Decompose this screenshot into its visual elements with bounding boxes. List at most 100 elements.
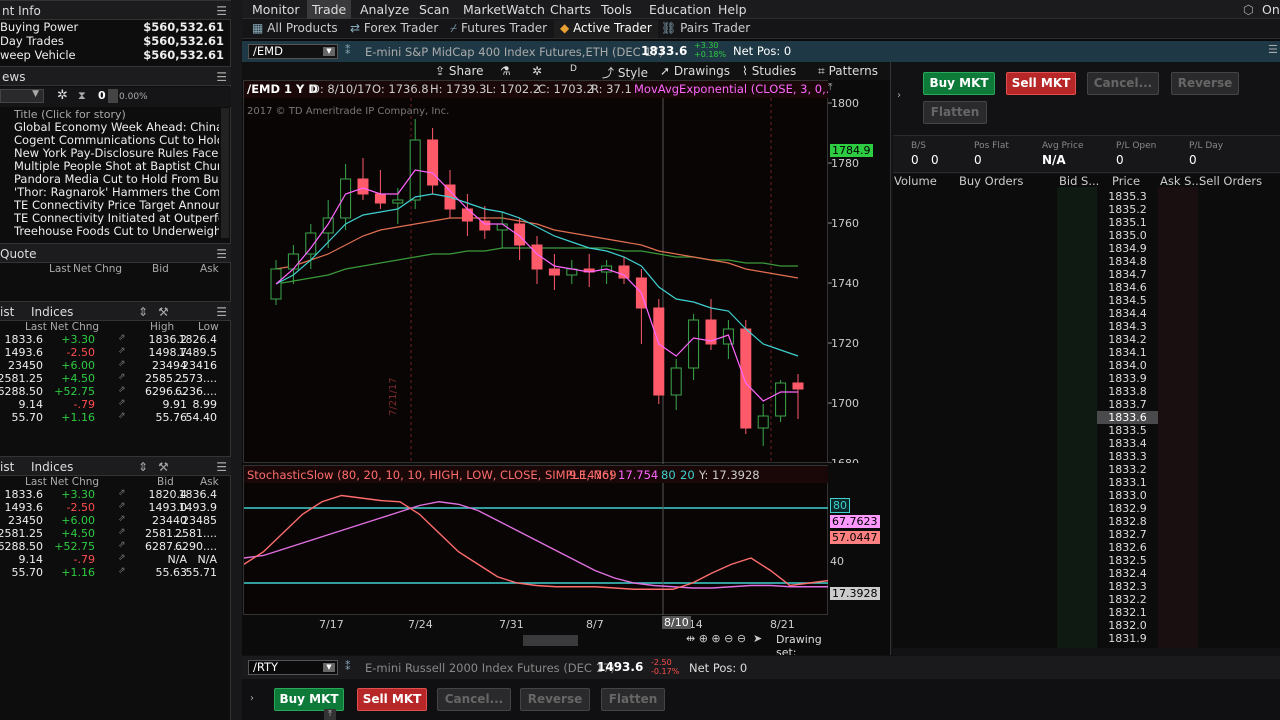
ladder-price[interactable]: 1834.0 [1097, 359, 1158, 372]
ladder-price[interactable]: 1832.3 [1097, 580, 1158, 593]
ladder-price[interactable]: 1833.1 [1097, 476, 1158, 489]
left-panel-scrollbar[interactable] [231, 0, 242, 720]
ladder-price[interactable]: 1832.0 [1097, 619, 1158, 632]
price-axis[interactable]: 1800 1780 1760 1740 1720 1700 1680 1784.9 [828, 80, 890, 470]
menu-monitor[interactable]: Monitor [252, 2, 300, 17]
setup-icon[interactable]: ⬡ [1243, 2, 1254, 17]
tools-icon[interactable]: ⚒ [158, 460, 169, 474]
tab-pairs-trader[interactable]: ⛓ Pairs Trader [661, 21, 750, 35]
tab-forex-trader[interactable]: ⇄ Forex Trader [350, 21, 438, 35]
ladder-price[interactable]: 1834.3 [1097, 320, 1158, 333]
ladder-col-bid-size[interactable]: Bid S... [1059, 174, 1099, 188]
watchlist-row[interactable]: 23450 +6.00 23494 23416 ⇗ [0, 359, 231, 372]
account-info-header[interactable]: nt Info ☰ [0, 0, 231, 20]
expand-icon[interactable]: › [250, 693, 254, 704]
quote-header[interactable]: Quote ☰ [0, 243, 231, 263]
ladder-price[interactable]: 1833.6 [1097, 411, 1158, 424]
trade-icon[interactable]: ⇗ [118, 540, 126, 550]
flatten-button[interactable]: Flatten [923, 101, 987, 124]
ladder-price[interactable]: 1834.9 [1097, 242, 1158, 255]
ladder-price[interactable]: 1833.0 [1097, 489, 1158, 502]
tab-futures-trader[interactable]: ⌿ Futures Trader [450, 21, 547, 36]
menu-icon[interactable]: ☰ [216, 4, 227, 18]
share-button[interactable]: ⇪ Share [435, 64, 484, 78]
chart-symbol-period[interactable]: /EMD 1 Y D [247, 82, 318, 96]
news-item[interactable]: Cogent Communications Cut to Hold F... [14, 133, 219, 147]
menu-education[interactable]: Education [649, 2, 711, 17]
news-item[interactable]: Pandora Media Cut to Hold From Buy ... [14, 172, 219, 186]
period-button[interactable]: D [570, 64, 577, 74]
watchlist-row[interactable]: 2581.25 +4.50 2585.... 2573.... ⇗ [0, 372, 231, 385]
ladder-price[interactable]: 1833.7 [1097, 398, 1158, 411]
ladder-price[interactable]: 1832.4 [1097, 567, 1158, 580]
col-bid[interactable]: Bid [157, 476, 174, 488]
ladder-price[interactable]: 1835.2 [1097, 203, 1158, 216]
ladder-price[interactable]: 1831.9 [1097, 632, 1158, 645]
trade-icon[interactable]: ⇗ [118, 527, 126, 537]
ladder-col-volume[interactable]: Volume [894, 174, 937, 188]
ladder-col-buy-orders[interactable]: Buy Orders [959, 174, 1023, 188]
trade-icon[interactable]: ⇗ [118, 333, 126, 343]
link-icon[interactable]: ⁑ [345, 44, 351, 57]
drawings-button[interactable]: ➚ Drawings [660, 64, 730, 78]
link-icon[interactable]: ⁑ [345, 660, 351, 673]
watchlist-row[interactable]: 6288.50 +52.75 6287.... 6290.... ⇗ [0, 540, 231, 553]
ladder-price[interactable]: 1835.3 [1097, 190, 1158, 203]
trade-icon[interactable]: ⇗ [118, 553, 126, 563]
ladder-price[interactable]: 1832.1 [1097, 606, 1158, 619]
menu-icon[interactable]: ☰ [216, 460, 227, 474]
secondary-flatten-button[interactable]: Flatten [601, 688, 665, 711]
ladder-price[interactable]: 1833.4 [1097, 437, 1158, 450]
menu-analyze[interactable]: Analyze [360, 2, 409, 17]
news-item[interactable]: Treehouse Foods Cut to Underweight ... [14, 224, 219, 238]
col-ask[interactable]: Ask [200, 476, 219, 488]
col-last[interactable]: Last [25, 321, 47, 333]
watchlist-row[interactable]: 1493.6 -2.50 1498.7 1489.5 ⇗ [0, 346, 231, 359]
ladder-price[interactable]: 1832.2 [1097, 593, 1158, 606]
trade-icon[interactable]: ⇗ [118, 372, 126, 382]
reverse-button[interactable]: Reverse [1171, 72, 1239, 95]
ladder-price[interactable]: 1833.8 [1097, 385, 1158, 398]
watchlist-row[interactable]: 9.14 -.79 N/A N/A ⇗ [0, 553, 231, 566]
menu-marketwatch[interactable]: MarketWatch [463, 2, 545, 17]
watchlist-row[interactable]: 2581.25 +4.50 2581.... 2581.... ⇗ [0, 527, 231, 540]
watchlist-row[interactable]: 1493.6 -2.50 1493.0 1493.9 ⇗ [0, 501, 231, 514]
menu-help[interactable]: Help [718, 2, 747, 17]
chart-scroll-thumb[interactable] [523, 635, 578, 646]
news-scrollbar[interactable] [221, 108, 229, 238]
ladder-price[interactable]: 1834.4 [1097, 307, 1158, 320]
watchlist-row[interactable]: 6288.50 +52.75 6296.... 6236.... ⇗ [0, 385, 231, 398]
menu-on-demand[interactable]: On [1262, 2, 1280, 17]
col-low[interactable]: Low [198, 321, 219, 333]
patterns-button[interactable]: ⌗ Patterns [818, 64, 878, 79]
stoch-study-label[interactable]: StochasticSlow (80, 20, 10, 10, HIGH, LO… [247, 468, 614, 482]
collapse-icon[interactable]: ⤒ [828, 82, 842, 96]
chevron-down-icon[interactable]: ▼ [323, 47, 335, 56]
ladder-col-ask-size[interactable]: Ask S... [1160, 174, 1202, 188]
secondary-symbol-input[interactable]: /RTY ▼ [248, 660, 338, 675]
menu-tools[interactable]: Tools [601, 2, 632, 17]
ladder-price[interactable]: 1833.3 [1097, 450, 1158, 463]
ladder-price[interactable]: 1832.7 [1097, 528, 1158, 541]
time-axis[interactable]: 7/177/247/318/78/148/21 8/10 ⇹ ⊕ ⊕ ⊖ ⊖ ➤… [243, 615, 828, 672]
drag-handle-icon[interactable]: ⤒ [324, 709, 336, 720]
ladder-price[interactable]: 1835.1 [1097, 216, 1158, 229]
price-chart[interactable]: /EMD 1 Y D D: 8/10/17 O: 1736.8 H: 1739.… [243, 80, 829, 464]
gear-icon[interactable]: ✲ [532, 64, 542, 78]
ladder-col-price[interactable]: Price [1112, 174, 1140, 188]
watchlist-row[interactable]: 55.70 +1.16 55.76 54.40 ⇗ [0, 411, 231, 424]
ladder-price[interactable]: 1834.5 [1097, 294, 1158, 307]
menu-charts[interactable]: Charts [550, 2, 591, 17]
trade-icon[interactable]: ⇗ [118, 566, 126, 576]
news-item[interactable]: 'Thor: Ragnarok' Hammers the Compei... [14, 185, 219, 199]
stoch-axis[interactable]: 80 67.7623 57.0447 40 17.3928 [828, 465, 890, 615]
ladder-price[interactable]: 1834.6 [1097, 281, 1158, 294]
col-ask[interactable]: Ask [200, 263, 219, 275]
col-net-chng[interactable]: Net Chng [50, 321, 99, 333]
zoom-controls[interactable]: ⇹ ⊕ ⊕ ⊖ ⊖ [686, 632, 746, 645]
secondary-reverse-button[interactable]: Reverse [520, 688, 590, 711]
gear-icon[interactable]: ✲ [57, 88, 68, 103]
col-net-chng[interactable]: Net Chng [73, 263, 122, 275]
expand-icon[interactable]: › [897, 90, 901, 101]
trade-icon[interactable]: ⇗ [118, 398, 126, 408]
